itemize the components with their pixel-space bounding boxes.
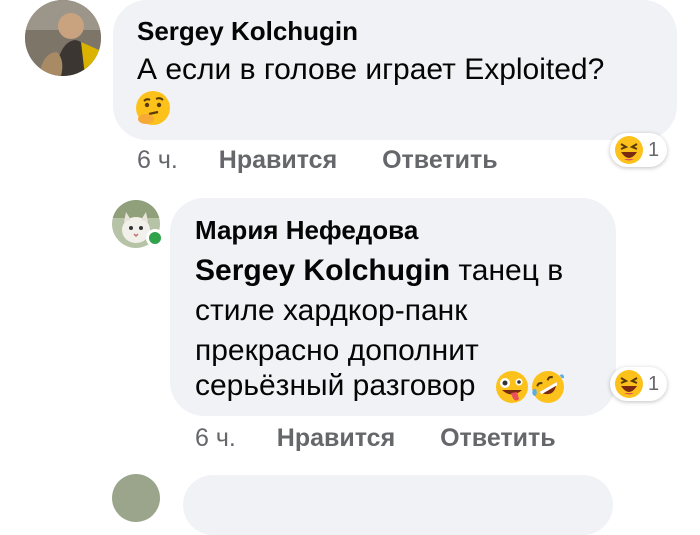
comment-2-line-1: Sergey Kolchugin танец в [195, 251, 563, 291]
online-status-indicator [146, 229, 164, 247]
laughing-emoji [614, 135, 644, 165]
comment-2-line-3: прекрасно дополнит [195, 334, 479, 367]
comment-2-mention[interactable]: Sergey Kolchugin [195, 254, 450, 287]
comment-1-author[interactable]: Sergey Kolchugin [137, 16, 358, 47]
next-comment-avatar[interactable] [112, 474, 160, 522]
comment-2-reactions[interactable]: 1 [610, 367, 668, 401]
comment-1-text: А если в голове играет Exploited? [137, 53, 605, 86]
comment-1-actions: 6 ч. Нравится Ответить [137, 146, 498, 175]
avatar-sergey[interactable] [25, 0, 101, 76]
comment-2-reaction-count: 1 [648, 372, 660, 395]
comment-1-like-button[interactable]: Нравится [219, 146, 337, 174]
comment-2-line-4: серьёзный разговор [195, 369, 476, 402]
comment-2-reply-button[interactable]: Ответить [440, 424, 556, 452]
avatar-photo-icon [25, 0, 101, 76]
comment-2-author[interactable]: Мария Нефедова [195, 215, 418, 246]
comment-2-line-1-text: танец в [458, 254, 564, 287]
laughing-emoji [614, 369, 644, 399]
comment-2-line-2: стиле хардкор-панк [195, 294, 468, 327]
next-comment-bubble [183, 475, 613, 535]
comment-2-like-button[interactable]: Нравится [277, 424, 395, 452]
comment-1-reply-button[interactable]: Ответить [382, 146, 498, 174]
zany-face-emoji [494, 369, 530, 405]
thinking-face-emoji [134, 89, 172, 127]
comment-2-actions: 6 ч. Нравится Ответить [195, 424, 556, 453]
comment-1-reaction-count: 1 [648, 138, 660, 161]
rolling-laughing-emoji [530, 369, 566, 405]
comment-1-reactions[interactable]: 1 [610, 133, 668, 167]
comment-2-time[interactable]: 6 ч. [195, 424, 236, 452]
comment-1-time[interactable]: 6 ч. [137, 146, 178, 174]
